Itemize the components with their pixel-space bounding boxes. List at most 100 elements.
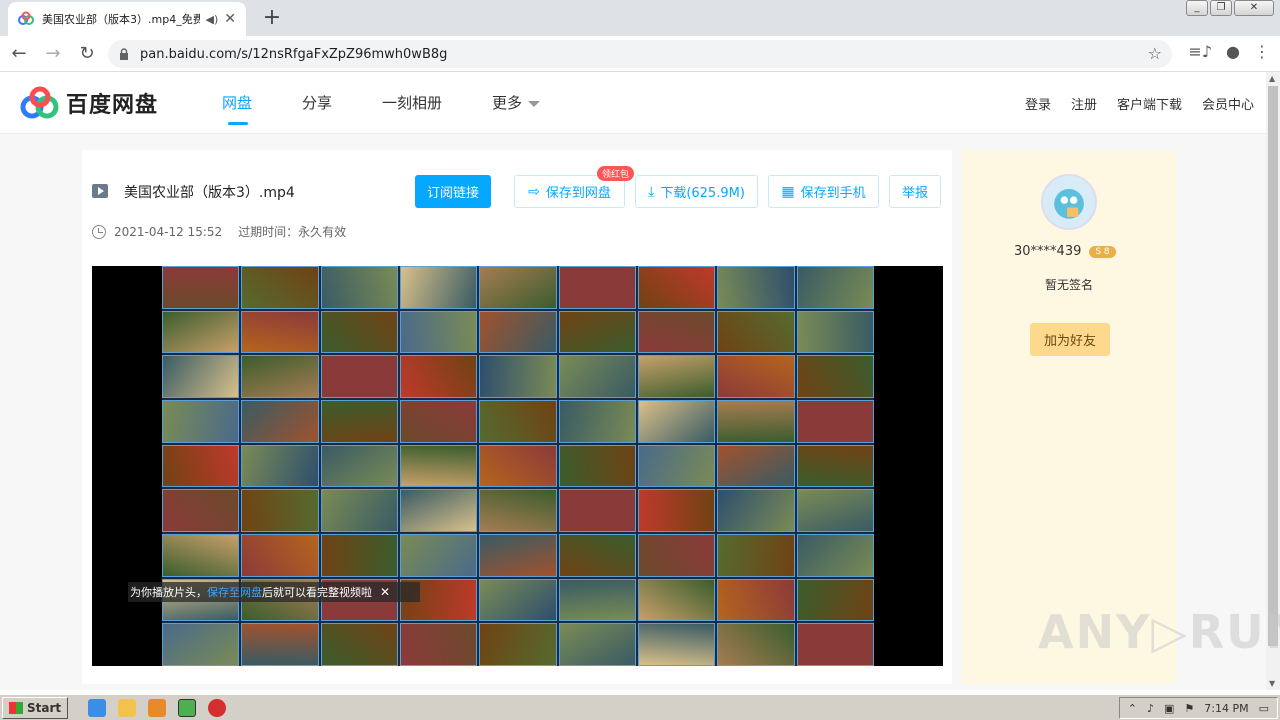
forward-icon[interactable]: → [38, 43, 68, 64]
video-tile [558, 400, 636, 443]
show-desktop-icon[interactable]: ▭ [1259, 702, 1269, 715]
video-tile [241, 400, 319, 443]
video-tile [320, 534, 398, 577]
video-tile [241, 623, 319, 666]
volume-icon[interactable]: ♪ [1147, 702, 1154, 715]
video-tile [796, 355, 874, 398]
video-tile [162, 310, 240, 354]
download-button[interactable]: ⤓ 下载(625.9M) [635, 175, 758, 208]
video-tile [558, 266, 636, 309]
save-to-pan-label: 保存到网盘 [545, 186, 611, 201]
file-title: 美国农业部（版本3）.mp4 [124, 185, 295, 201]
video-tile [479, 310, 557, 354]
video-tile [479, 355, 557, 398]
menu-kebab-icon[interactable]: ⋮ [1254, 42, 1270, 61]
video-player[interactable]: 为你播放片头， 保存至网盘 后就可以看完整视频啦 ✕ [92, 266, 943, 666]
lock-icon [120, 48, 128, 60]
folder-icon[interactable] [118, 698, 137, 717]
maximize-button[interactable]: ❐ [1210, 0, 1232, 16]
main-nav: 网盘 分享 一刻相册 更多 [222, 92, 590, 125]
subscribe-link-label: 订阅链接 [426, 186, 479, 201]
avatar[interactable] [1041, 174, 1097, 230]
video-frame [162, 266, 874, 666]
system-tray: ⌃ ♪ ▣ ⚑ 7:14 PM ▭ [1118, 697, 1278, 719]
video-tile [638, 266, 716, 309]
red-packet-badge: 领红包 [597, 166, 635, 181]
avatar-image [1054, 189, 1084, 219]
windows-taskbar: Start ⌃ ♪ ▣ ⚑ 7:14 PM ▭ [0, 694, 1280, 720]
video-tile [558, 623, 636, 666]
start-button[interactable]: Start [2, 696, 69, 719]
nav-item-album[interactable]: 一刻相册 [382, 92, 442, 119]
client-download-link[interactable]: 客户端下载 [1117, 94, 1182, 113]
notice-close-icon[interactable]: ✕ [380, 585, 390, 599]
video-tile [400, 266, 478, 309]
nav-item-more-label: 更多 [492, 94, 523, 112]
anyrun-watermark: ANY▷RUN [1038, 605, 1280, 659]
video-tile [717, 400, 795, 443]
back-icon[interactable]: ← [4, 43, 34, 64]
video-tile [479, 578, 557, 622]
video-tile [638, 489, 716, 532]
report-button[interactable]: 举报 [889, 175, 941, 208]
video-tile [320, 355, 398, 398]
member-center-link[interactable]: 会员中心 [1202, 94, 1254, 113]
new-tab-button[interactable]: + [258, 4, 286, 32]
video-tile [717, 310, 795, 354]
browser-tab[interactable]: 美国农业部（版本3）.mp4_免费 ◀) ✕ [8, 2, 246, 36]
video-tile [558, 578, 636, 622]
chrome-icon[interactable] [178, 698, 197, 717]
taskbar-clock: 7:14 PM [1204, 701, 1249, 715]
minimize-button[interactable]: _ [1186, 0, 1208, 16]
nav-item-share[interactable]: 分享 [302, 92, 332, 119]
video-tile [320, 400, 398, 443]
share-date: 2021-04-12 15:52 [114, 224, 223, 239]
browser-tab-strip: 美国农业部（版本3）.mp4_免费 ◀) ✕ + _ ❐ ✕ [0, 0, 1280, 36]
clock-icon [92, 224, 106, 239]
subscribe-link-button[interactable]: 订阅链接 [415, 175, 491, 208]
video-tile [241, 534, 319, 577]
video-tile [241, 355, 319, 398]
address-bar[interactable]: pan.baidu.com/s/12nsRfgaFxZpZ96mwh0wB8g … [108, 40, 1172, 68]
save-to-phone-button[interactable]: ▦ 保存到手机 [768, 175, 879, 208]
scroll-up-icon[interactable]: ▲ [1269, 74, 1275, 83]
video-file-icon [92, 184, 108, 198]
qrcode-icon: ▦ [781, 183, 795, 200]
video-tile [638, 310, 716, 354]
tab-close-icon[interactable]: ✕ [224, 11, 236, 27]
save-to-phone-label: 保存到手机 [800, 186, 866, 201]
scrollbar-thumb[interactable] [1268, 86, 1278, 646]
notice-save-link[interactable]: 保存至网盘 [207, 584, 262, 600]
baidu-pan-logo[interactable]: 百度网盘 [20, 86, 158, 120]
add-friend-button[interactable]: 加为好友 [1030, 323, 1110, 356]
video-tile [638, 534, 716, 577]
nav-item-more[interactable]: 更多 [492, 92, 541, 119]
scroll-down-icon[interactable]: ▼ [1269, 679, 1275, 688]
baidu-pan-logo-icon [20, 86, 59, 119]
profile-icon[interactable]: ● [1226, 42, 1240, 61]
audio-playing-icon[interactable]: ◀) [206, 13, 219, 26]
close-window-button[interactable]: ✕ [1234, 0, 1274, 16]
video-tile [479, 489, 557, 532]
download-label: 下载(625.9M) [660, 186, 745, 201]
flag-icon[interactable]: ⚑ [1184, 702, 1194, 715]
signature-text: 暂无签名 [1044, 278, 1093, 292]
network-icon[interactable]: ▣ [1164, 702, 1174, 715]
page-scrollbar[interactable]: ▲ ▼ [1266, 72, 1280, 690]
bookmark-star-icon[interactable]: ☆ [1148, 44, 1162, 63]
reload-icon[interactable]: ↻ [72, 43, 102, 64]
video-tile [162, 355, 240, 398]
toolbar-actions: ≡♪ ● ⋮ [1188, 42, 1270, 61]
opera-icon[interactable] [208, 698, 227, 717]
tray-expand-icon[interactable]: ⌃ [1128, 702, 1137, 715]
media-control-icon[interactable]: ≡♪ [1188, 42, 1212, 61]
media-player-icon[interactable] [148, 698, 167, 717]
video-tile [558, 444, 636, 488]
video-tile [241, 489, 319, 532]
login-link[interactable]: 登录 [1025, 94, 1051, 113]
register-link[interactable]: 注册 [1071, 94, 1097, 113]
video-tile [320, 489, 398, 532]
ie-icon[interactable] [88, 698, 107, 717]
browser-toolbar: ← → ↻ pan.baidu.com/s/12nsRfgaFxZpZ96mwh… [0, 36, 1280, 72]
nav-item-wangpan[interactable]: 网盘 [222, 92, 252, 125]
